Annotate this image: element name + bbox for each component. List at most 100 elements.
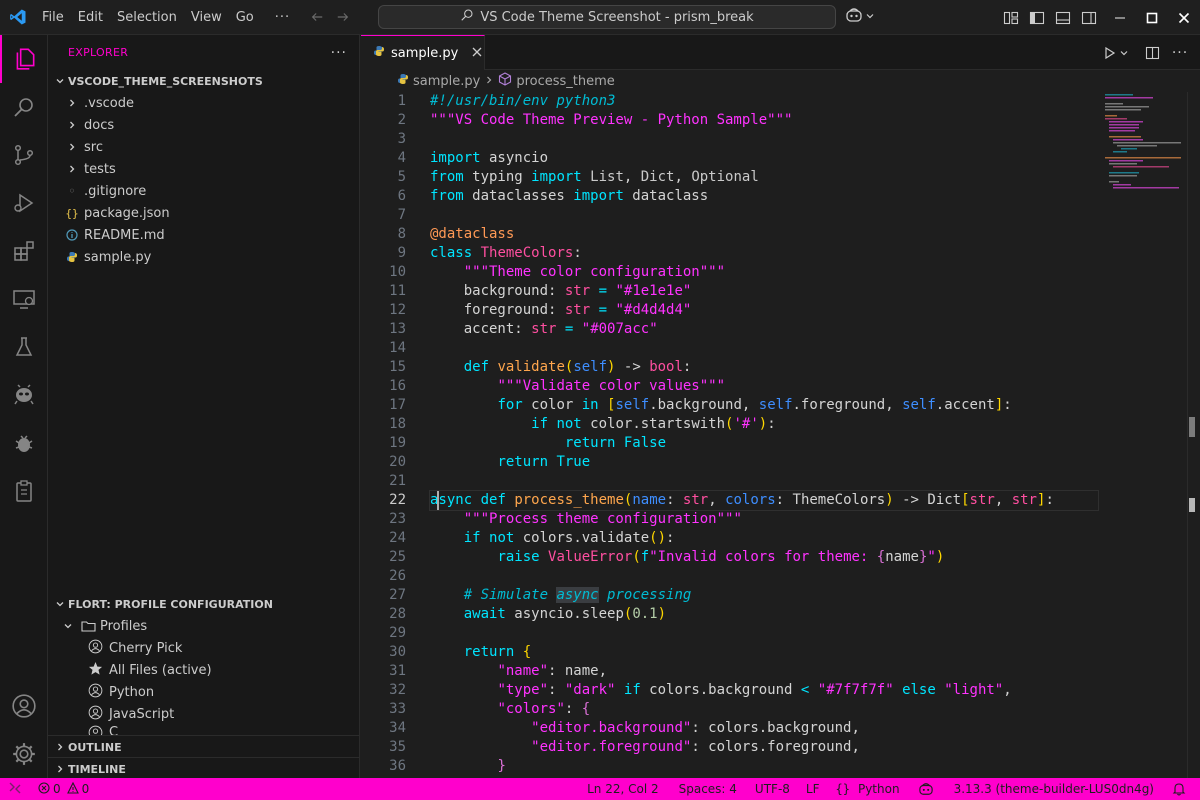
file-gitignore[interactable]: ◦ .gitignore: [48, 180, 359, 202]
profile-item-cherry-pick[interactable]: Cherry Pick: [48, 637, 359, 659]
copilot-status-icon[interactable]: [908, 778, 944, 800]
profile-configuration-header[interactable]: FLORT: PROFILE CONFIGURATION: [48, 593, 359, 615]
code-line[interactable]: if not color.startswith('#'):: [430, 415, 1110, 434]
manage-gear-icon[interactable]: [0, 730, 48, 778]
code-line[interactable]: raise ValueError(f"Invalid colors for th…: [430, 548, 1110, 567]
code-line[interactable]: [430, 130, 1110, 149]
more-actions-button[interactable]: ···: [1167, 35, 1193, 70]
file-sample-py[interactable]: sample.py: [48, 246, 359, 268]
profile-item-all-files[interactable]: All Files (active): [48, 659, 359, 681]
toggle-panel-icon[interactable]: [1050, 0, 1076, 35]
code-line[interactable]: """Process theme configuration""": [430, 510, 1110, 529]
menu-selection[interactable]: Selection: [110, 0, 184, 35]
code-line[interactable]: """VS Code Theme Preview - Python Sample…: [430, 111, 1110, 130]
menu-more-button[interactable]: ···: [261, 0, 304, 35]
customize-layout-icon[interactable]: [998, 0, 1024, 35]
problems-status[interactable]: 0 0: [32, 778, 95, 800]
explorer-root-folder[interactable]: VSCODE_THEME_SCREENSHOTS: [48, 70, 359, 92]
code-line[interactable]: #!/usr/bin/env python3: [430, 92, 1110, 111]
file-package-json[interactable]: {} package.json: [48, 202, 359, 224]
split-editor-icon[interactable]: [1139, 35, 1165, 70]
code-line[interactable]: if not colors.validate():: [430, 529, 1110, 548]
profile-item-c[interactable]: C: [48, 725, 359, 735]
code-editor[interactable]: 1 2 3 4 5 6 7 8 9 10 11 12 13 14 15 16 17 18 19 20 21 22 23 24 2…: [361, 92, 1200, 778]
bug-icon[interactable]: [0, 419, 48, 467]
code-line[interactable]: }: [430, 757, 1110, 776]
minimap[interactable]: [1105, 92, 1187, 192]
folder-docs[interactable]: docs: [48, 114, 359, 136]
maximize-icon[interactable]: [1136, 0, 1168, 35]
command-center-search[interactable]: VS Code Theme Screenshot - prism_break: [378, 5, 836, 29]
eol-status[interactable]: LF: [798, 778, 828, 800]
minimize-icon[interactable]: [1104, 0, 1136, 35]
tab-sample-py[interactable]: sample.py: [361, 35, 485, 70]
code-line[interactable]: return {: [430, 643, 1110, 662]
menu-edit[interactable]: Edit: [71, 0, 110, 35]
python-interpreter-status[interactable]: 3.13.3 (theme-builder-LUS0dn4g): [944, 778, 1164, 800]
folder-tests[interactable]: tests: [48, 158, 359, 180]
close-window-icon[interactable]: [1168, 0, 1200, 35]
code-line[interactable]: return True: [430, 453, 1110, 472]
code-line[interactable]: class ThemeColors:: [430, 244, 1110, 263]
timeline-section-header[interactable]: TIMELINE: [48, 758, 359, 778]
remote-indicator-button[interactable]: [0, 778, 32, 800]
code-line[interactable]: return False: [430, 434, 1110, 453]
profile-item-javascript[interactable]: JavaScript: [48, 703, 359, 725]
code-line[interactable]: await asyncio.sleep(0.1): [430, 605, 1110, 624]
back-arrow-icon[interactable]: [304, 0, 330, 35]
run-debug-icon[interactable]: [0, 179, 48, 227]
code-line-current[interactable]: async def process_theme(name: str, color…: [429, 490, 1099, 511]
toggle-primary-sidebar-icon[interactable]: [1024, 0, 1050, 35]
encoding-status[interactable]: UTF-8: [747, 778, 798, 800]
code-line[interactable]: @dataclass: [430, 225, 1110, 244]
code-line[interactable]: [430, 624, 1110, 643]
code-line[interactable]: accent: str = "#007acc": [430, 320, 1110, 339]
alien-icon[interactable]: [0, 371, 48, 419]
source-control-icon[interactable]: [0, 131, 48, 179]
menu-view[interactable]: View: [184, 0, 229, 35]
code-line[interactable]: for color in [self.background, self.fore…: [430, 396, 1110, 415]
remote-explorer-icon[interactable]: [0, 275, 48, 323]
code-line[interactable]: import asyncio: [430, 149, 1110, 168]
code-line[interactable]: [430, 339, 1110, 358]
outline-section-header[interactable]: OUTLINE: [48, 736, 359, 758]
code-line[interactable]: [430, 472, 1110, 491]
explorer-icon[interactable]: [0, 35, 48, 83]
folder-vscode[interactable]: .vscode: [48, 92, 359, 114]
language-mode-status[interactable]: {} Python: [828, 778, 908, 800]
code-line[interactable]: [430, 567, 1110, 586]
forward-arrow-icon[interactable]: [330, 0, 356, 35]
code-line[interactable]: "name": name,: [430, 662, 1110, 681]
code-line[interactable]: foreground: str = "#d4d4d4": [430, 301, 1110, 320]
clipboard-icon[interactable]: [0, 467, 48, 515]
toggle-secondary-sidebar-icon[interactable]: [1076, 0, 1102, 35]
file-readme[interactable]: README.md: [48, 224, 359, 246]
code-line[interactable]: from dataclasses import dataclass: [430, 187, 1110, 206]
sidebar-more-actions-button[interactable]: ···: [331, 45, 347, 61]
profiles-folder[interactable]: Profiles: [48, 615, 359, 637]
code-line[interactable]: "colors": {: [430, 700, 1110, 719]
menu-go[interactable]: Go: [229, 0, 261, 35]
code-line[interactable]: "type": "dark" if colors.background < "#…: [430, 681, 1110, 700]
code-line[interactable]: background: str = "#1e1e1e": [430, 282, 1110, 301]
account-icon[interactable]: [0, 682, 48, 730]
breadcrumb-symbol[interactable]: process_theme: [516, 74, 614, 89]
run-options-chevron-icon[interactable]: [1117, 35, 1131, 70]
indentation-status[interactable]: Spaces: 4: [669, 778, 747, 800]
code-lines[interactable]: #!/usr/bin/env python3 """VS Code Theme …: [429, 92, 1110, 776]
vertical-scrollbar[interactable]: [1187, 92, 1200, 778]
testing-icon[interactable]: [0, 323, 48, 371]
code-line[interactable]: "editor.foreground": colors.foreground,: [430, 738, 1110, 757]
cursor-position-status[interactable]: Ln 22, Col 2: [577, 778, 669, 800]
menu-file[interactable]: File: [35, 0, 71, 35]
code-line[interactable]: # Simulate async processing: [430, 586, 1110, 605]
code-line[interactable]: def validate(self) -> bool:: [430, 358, 1110, 377]
code-line[interactable]: from typing import List, Dict, Optional: [430, 168, 1110, 187]
extensions-icon[interactable]: [0, 227, 48, 275]
search-icon[interactable]: [0, 83, 48, 131]
folder-src[interactable]: src: [48, 136, 359, 158]
code-line[interactable]: """Validate color values""": [430, 377, 1110, 396]
code-line[interactable]: [430, 206, 1110, 225]
notifications-bell-icon[interactable]: [1164, 778, 1200, 800]
breadcrumb-file[interactable]: sample.py: [413, 74, 480, 89]
